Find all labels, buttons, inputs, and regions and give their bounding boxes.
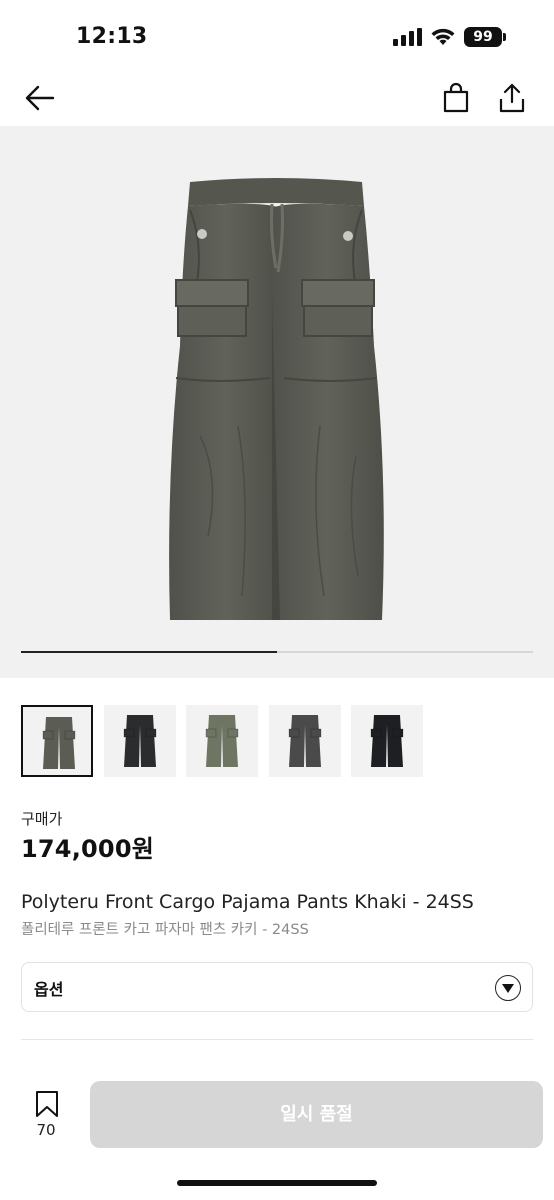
thumbnail-strip	[21, 705, 533, 777]
thumbnail-4[interactable]	[268, 705, 341, 777]
gallery-progress-fill	[21, 651, 277, 653]
gallery-progress-track	[21, 651, 533, 653]
thumbnail-5[interactable]	[351, 705, 423, 777]
thumbnail-image	[370, 715, 404, 767]
option-select[interactable]: 옵션	[21, 962, 533, 1012]
thumbnail-image	[288, 715, 321, 767]
battery-icon: 99	[464, 27, 506, 47]
wishlist-button[interactable]: 70	[22, 1090, 70, 1142]
bookmark-icon	[36, 1091, 58, 1117]
option-label: 옵션	[34, 980, 64, 999]
arrow-left-icon[interactable]	[24, 82, 56, 114]
product-image	[169, 178, 384, 620]
product-title-en: Polyteru Front Cargo Pajama Pants Khaki …	[21, 891, 474, 913]
thumbnail-image	[205, 715, 239, 767]
product-image-gallery[interactable]	[0, 126, 554, 678]
wifi-icon	[431, 28, 455, 45]
thumbnail-2[interactable]	[103, 705, 176, 777]
price-label: 구매가	[21, 810, 63, 828]
status-bar: 12:13 99	[0, 0, 554, 70]
cellular-signal-icon	[393, 28, 422, 46]
shopping-bag-icon[interactable]	[440, 82, 472, 114]
thumbnail-image	[123, 715, 156, 767]
thumbnail-1[interactable]	[21, 705, 93, 777]
product-title-ko: 폴리테루 프론트 카고 파자마 팬츠 카키 - 24SS	[21, 922, 309, 938]
home-indicator	[177, 1180, 377, 1186]
top-nav	[0, 70, 554, 126]
chevron-down-icon[interactable]	[495, 975, 521, 1001]
thumbnail-3[interactable]	[186, 705, 258, 777]
share-icon[interactable]	[496, 82, 528, 114]
wishlist-count: 70	[36, 1121, 56, 1139]
battery-level: 99	[473, 29, 493, 45]
thumbnail-image	[42, 717, 76, 769]
status-time: 12:13	[76, 24, 148, 49]
price: 174,000원	[21, 835, 154, 863]
soldout-button[interactable]: 일시 품절	[90, 1081, 543, 1148]
divider	[21, 1039, 533, 1040]
